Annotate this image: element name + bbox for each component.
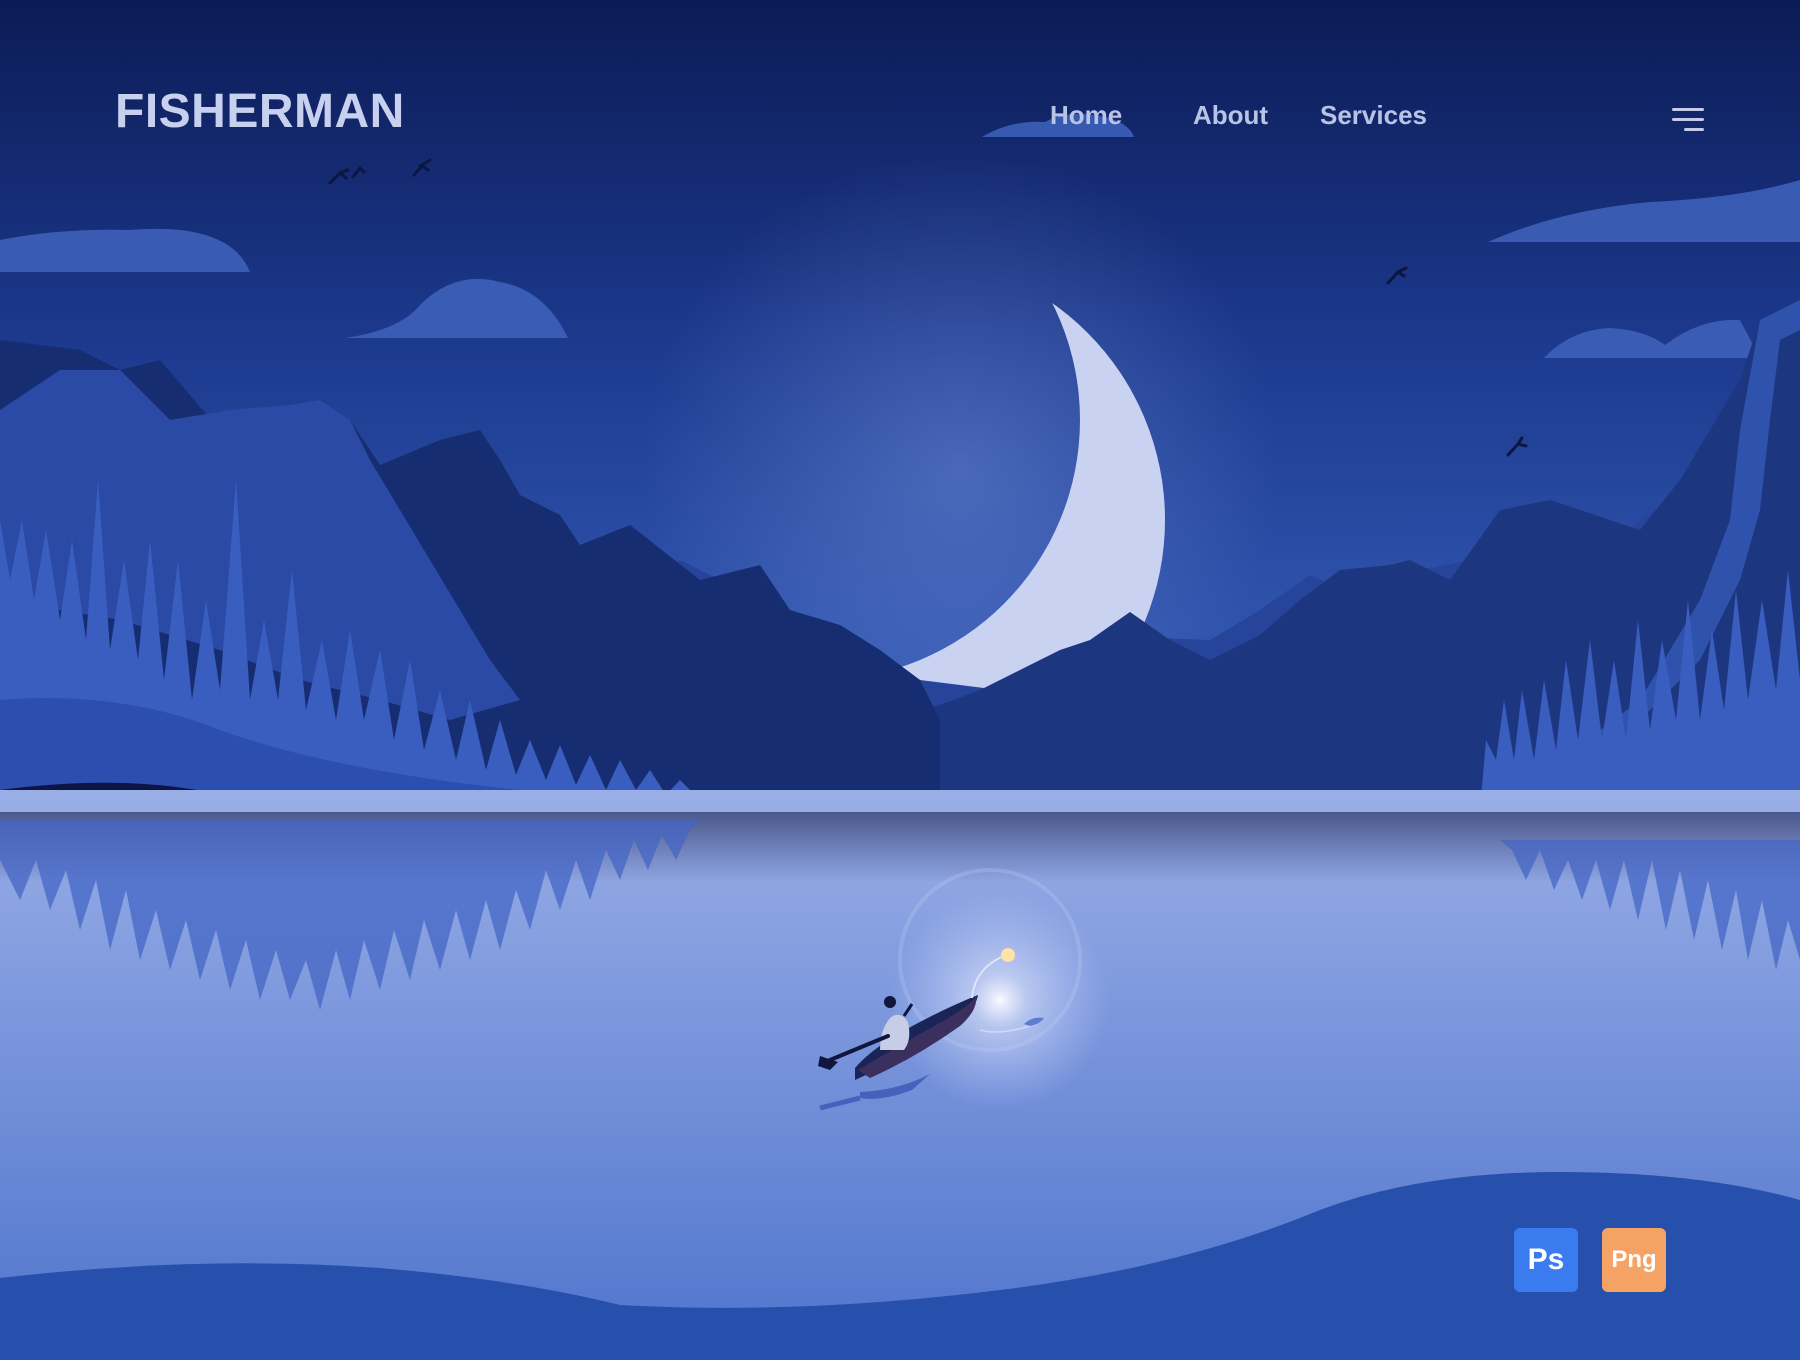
nav-about-link[interactable]: About [1193, 100, 1268, 131]
photoshop-badge: Ps [1514, 1228, 1578, 1292]
nav-home-link[interactable]: Home [1050, 100, 1122, 131]
nav-services-link[interactable]: Services [1320, 100, 1427, 131]
site-logo[interactable]: FISHERMAN [115, 84, 405, 139]
png-badge: Png [1602, 1228, 1666, 1292]
night-lake-illustration [0, 0, 1800, 1360]
hamburger-menu-icon[interactable] [1664, 106, 1704, 140]
lamp-glow [890, 890, 1110, 1110]
